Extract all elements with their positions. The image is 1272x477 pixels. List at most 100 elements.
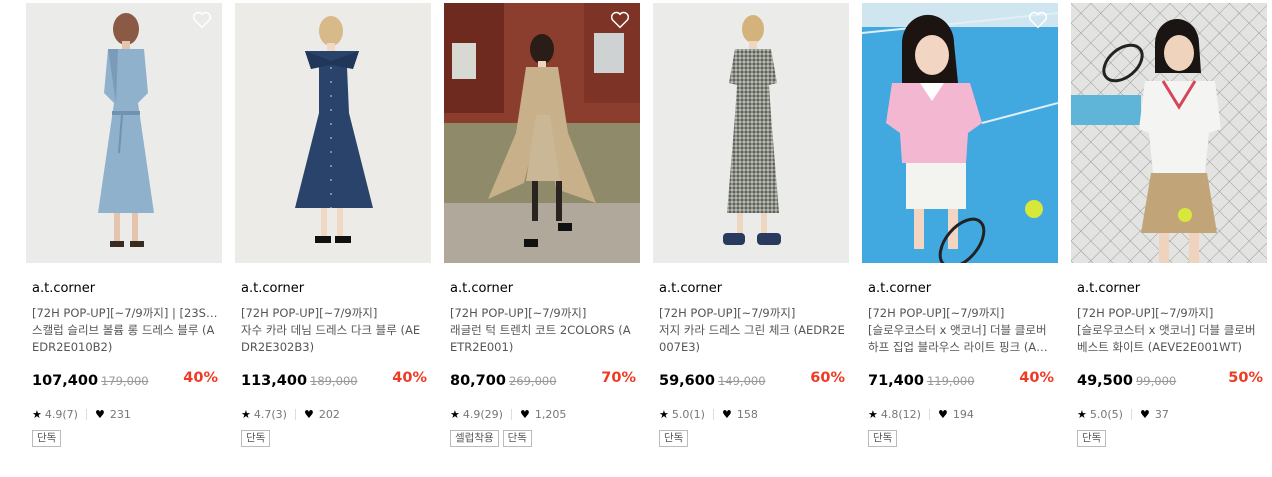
tag-list: 단독 — [868, 430, 1058, 447]
discount-rate: 70% — [601, 370, 636, 386]
discount-rate: 40% — [1019, 370, 1054, 386]
title-line: EDR2E010B2) — [32, 340, 113, 354]
rating: 4.7(3) — [253, 407, 287, 421]
tag-list: 단독 — [659, 430, 849, 447]
product-image[interactable] — [444, 3, 640, 263]
discount-rate: 40% — [392, 370, 427, 386]
title-line: 래글런 턱 트렌치 코트 2COLORS (A — [450, 323, 631, 337]
product-title[interactable]: [72H POP-UP][~7/9까지] 저지 카라 드레스 그린 체크 (AE… — [659, 305, 845, 356]
rating: 5.0(5) — [1089, 407, 1123, 421]
title-line: [슬로우코스터 x 앳코너] 더블 클로버 — [1077, 323, 1256, 337]
title-line: ETR2E001) — [450, 340, 514, 354]
title-line: [72H POP-UP][~7/9까지] — [1077, 306, 1214, 320]
product-image[interactable] — [1071, 3, 1267, 263]
review-meta: ★ 4.7(3) ♥ 202 — [241, 407, 431, 421]
product-card[interactable]: a.t.corner [72H POP-UP][~7/9까지] [슬로우코스터 … — [862, 3, 1058, 447]
badge: 단독 — [1077, 430, 1107, 447]
price-row: 59,600 149,000 60% — [659, 370, 845, 390]
badge: 단독 — [659, 430, 689, 447]
brand-name[interactable]: a.t.corner — [868, 281, 1058, 297]
product-photo — [235, 3, 431, 263]
star-icon: ★ — [1077, 407, 1087, 421]
divider — [294, 408, 296, 420]
original-price: 269,000 — [508, 374, 557, 388]
badge: 단독 — [868, 430, 898, 447]
product-grid: a.t.corner [72H POP-UP][~7/9까지] | [23SUM… — [0, 0, 1272, 477]
badge: 셀럽착용 — [450, 430, 499, 447]
original-price: 149,000 — [717, 374, 766, 388]
title-line: [72H POP-UP][~7/9까지] | [23SUM... — [32, 306, 218, 320]
price-row: 71,400 119,000 40% — [868, 370, 1054, 390]
heart-filled-icon: ♥ — [94, 407, 105, 421]
product-title[interactable]: [72H POP-UP][~7/9까지] | [23SUM... 스캘럽 슬리브… — [32, 305, 218, 356]
like-count: 37 — [1154, 407, 1169, 421]
brand-name[interactable]: a.t.corner — [659, 281, 849, 297]
title-line: DR2E302B3) — [241, 340, 315, 354]
title-line: 스캘럽 슬리브 볼륨 롱 드레스 블루 (A — [32, 323, 215, 337]
divider — [85, 408, 87, 420]
title-line: [72H POP-UP][~7/9까지] — [868, 306, 1005, 320]
product-photo — [862, 3, 1058, 263]
heart-filled-icon: ♥ — [303, 407, 314, 421]
title-line: [슬로우코스터 x 앳코너] 더블 클로버 — [868, 323, 1047, 337]
sale-price: 49,500 — [1077, 373, 1133, 389]
product-image[interactable] — [653, 3, 849, 263]
product-image[interactable] — [235, 3, 431, 263]
price-row: 113,400 189,000 40% — [241, 370, 427, 390]
price-row: 80,700 269,000 70% — [450, 370, 636, 390]
discount-rate: 60% — [810, 370, 845, 386]
original-price: 189,000 — [310, 374, 358, 388]
like-count: 202 — [318, 407, 340, 421]
brand-name[interactable]: a.t.corner — [1077, 281, 1267, 297]
divider — [928, 408, 930, 420]
product-title[interactable]: [72H POP-UP][~7/9까지] 자수 카라 데님 드레스 다크 블루 … — [241, 305, 427, 356]
star-icon: ★ — [868, 407, 878, 421]
title-line: 자수 카라 데님 드레스 다크 블루 (AE — [241, 323, 421, 337]
like-count: 194 — [952, 407, 974, 421]
wishlist-heart-icon[interactable] — [610, 11, 630, 29]
price-row: 107,400 179,000 40% — [32, 370, 218, 390]
product-card[interactable]: a.t.corner [72H POP-UP][~7/9까지] 저지 카라 드레… — [653, 3, 849, 447]
product-card[interactable]: a.t.corner [72H POP-UP][~7/9까지] 자수 카라 데님… — [235, 3, 431, 447]
product-title[interactable]: [72H POP-UP][~7/9까지] [슬로우코스터 x 앳코너] 더블 클… — [1077, 305, 1263, 356]
heart-filled-icon: ♥ — [937, 407, 948, 421]
star-icon: ★ — [659, 407, 669, 421]
product-title[interactable]: [72H POP-UP][~7/9까지] 래글런 턱 트렌치 코트 2COLOR… — [450, 305, 636, 356]
wishlist-heart-icon[interactable] — [1028, 11, 1048, 29]
title-line: 하프 집업 블라우스 라이트 핑크 (AE... — [868, 340, 1054, 354]
badge: 단독 — [502, 430, 532, 447]
heart-filled-icon: ♥ — [519, 407, 530, 421]
review-meta: ★ 5.0(1) ♥ 158 — [659, 407, 849, 421]
product-photo — [653, 3, 849, 263]
tag-list: 단독 — [241, 430, 431, 447]
brand-name[interactable]: a.t.corner — [32, 281, 222, 297]
review-meta: ★ 4.8(12) ♥ 194 — [868, 407, 1058, 421]
tag-list: 단독 — [1077, 430, 1267, 447]
product-photo — [444, 3, 640, 263]
product-card[interactable]: a.t.corner [72H POP-UP][~7/9까지] [슬로우코스터 … — [1071, 3, 1267, 447]
title-line: 베스트 화이트 (AEVE2E001WT) — [1077, 340, 1242, 354]
product-image[interactable] — [26, 3, 222, 263]
sale-price: 59,600 — [659, 373, 715, 389]
sale-price: 80,700 — [450, 373, 506, 389]
wishlist-heart-icon[interactable] — [192, 11, 212, 29]
star-icon: ★ — [241, 407, 251, 421]
product-title[interactable]: [72H POP-UP][~7/9까지] [슬로우코스터 x 앳코너] 더블 클… — [868, 305, 1054, 356]
brand-name[interactable]: a.t.corner — [450, 281, 640, 297]
product-card[interactable]: a.t.corner [72H POP-UP][~7/9까지] | [23SUM… — [26, 3, 222, 447]
review-meta: ★ 4.9(7) ♥ 231 — [32, 407, 222, 421]
star-icon: ★ — [32, 407, 42, 421]
product-card[interactable]: a.t.corner [72H POP-UP][~7/9까지] 래글런 턱 트렌… — [444, 3, 640, 447]
like-count: 158 — [736, 407, 758, 421]
brand-name[interactable]: a.t.corner — [241, 281, 431, 297]
product-photo — [1071, 3, 1267, 263]
title-line: [72H POP-UP][~7/9까지] — [241, 306, 378, 320]
rating: 4.8(12) — [880, 407, 921, 421]
price-row: 49,500 99,000 50% — [1077, 370, 1263, 390]
original-price: 179,000 — [101, 374, 149, 388]
divider — [1130, 408, 1132, 420]
product-image[interactable] — [862, 3, 1058, 263]
discount-rate: 40% — [183, 370, 218, 386]
original-price: 99,000 — [1135, 374, 1177, 388]
like-count: 1,205 — [534, 407, 567, 421]
